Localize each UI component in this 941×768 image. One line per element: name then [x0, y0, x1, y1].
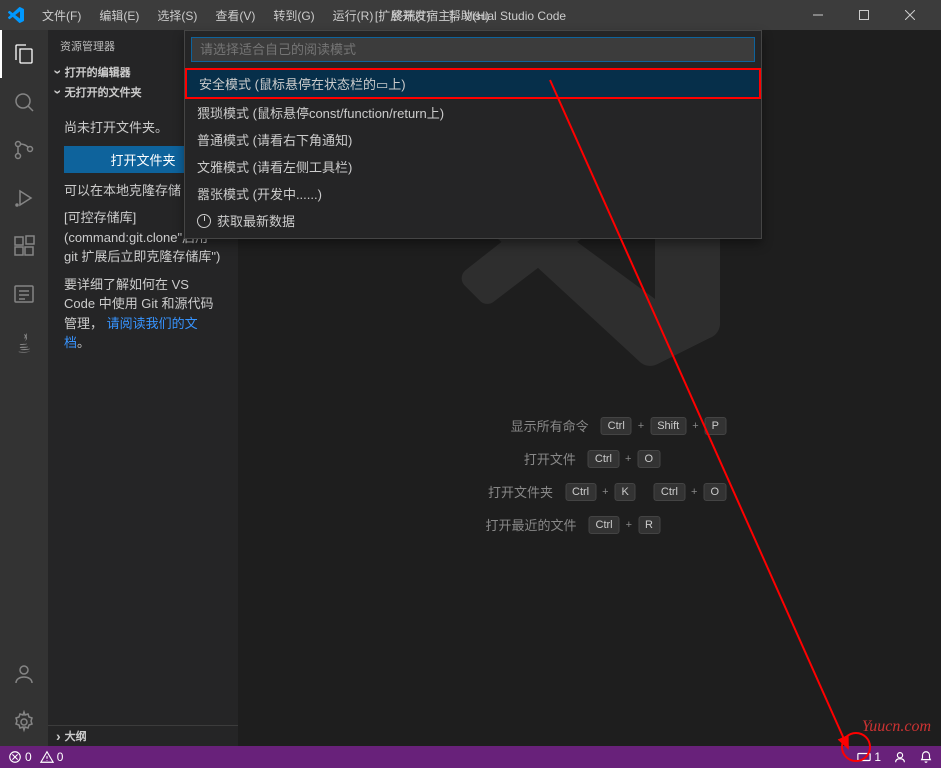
dropdown-input[interactable]: [191, 37, 755, 62]
watermark-text: Yuucn.com: [862, 718, 931, 736]
activity-account[interactable]: [0, 650, 48, 698]
menu-edit[interactable]: 编辑(E): [91, 3, 147, 28]
key: Ctrl: [565, 483, 596, 501]
key: Ctrl: [588, 450, 619, 468]
shortcut-label-openfolder: 打开文件夹: [453, 482, 553, 501]
shortcut-label-recent: 打开最近的文件: [477, 515, 577, 534]
shortcut-label-openfile: 打开文件: [476, 449, 576, 468]
dropdown-item-elegant[interactable]: 文雅模式 (请看左侧工具栏): [185, 153, 761, 180]
key: Ctrl: [654, 483, 685, 501]
key: K: [615, 483, 636, 501]
status-reading-mode[interactable]: 1: [857, 750, 881, 764]
activity-search[interactable]: [0, 78, 48, 126]
activity-list[interactable]: [0, 270, 48, 318]
window-title: [扩展开发宿主] - Visual Studio Code: [375, 7, 566, 24]
menu-run[interactable]: 运行(R): [325, 3, 382, 28]
close-button[interactable]: [887, 0, 933, 30]
menu-go[interactable]: 转到(G): [265, 3, 322, 28]
dropdown-item-xiaozhang[interactable]: 嚣张模式 (开发中......): [185, 180, 761, 207]
menu-selection[interactable]: 选择(S): [149, 3, 205, 28]
dropdown-item-safe[interactable]: 安全模式 (鼠标悬停在状态栏的▭上): [185, 68, 761, 99]
dropdown-item-normal[interactable]: 普通模式 (请看右下角通知): [185, 126, 761, 153]
key: R: [638, 516, 660, 534]
menu-view[interactable]: 查看(V): [207, 3, 263, 28]
repo-hint: [可控存储库]: [64, 210, 136, 225]
clock-icon: [197, 214, 211, 228]
dropdown-item-refresh[interactable]: 获取最新数据: [185, 207, 761, 234]
dropdown-item-weisuo[interactable]: 猥琐模式 (鼠标悬停const/function/return上): [185, 99, 761, 126]
status-errors[interactable]: 0: [8, 750, 32, 764]
key: Shift: [650, 417, 686, 435]
shortcut-label-commands: 显示所有命令: [489, 416, 589, 435]
menu-file[interactable]: 文件(F): [34, 3, 89, 28]
activity-run-debug[interactable]: [0, 174, 48, 222]
mode-dropdown: 安全模式 (鼠标悬停在状态栏的▭上) 猥琐模式 (鼠标悬停const/funct…: [184, 30, 762, 239]
activity-settings[interactable]: [0, 698, 48, 746]
key: O: [703, 483, 726, 501]
minimize-button[interactable]: [795, 0, 841, 30]
status-feedback-icon[interactable]: [893, 750, 907, 764]
activity-java[interactable]: [0, 318, 48, 366]
key: Ctrl: [601, 417, 632, 435]
outline-section[interactable]: 大纲: [48, 725, 238, 746]
activity-extensions[interactable]: [0, 222, 48, 270]
maximize-button[interactable]: [841, 0, 887, 30]
key: P: [705, 417, 726, 435]
key: Ctrl: [589, 516, 620, 534]
vscode-logo-icon: [8, 7, 24, 23]
activity-explorer[interactable]: [0, 30, 48, 78]
status-bell-icon[interactable]: [919, 750, 933, 764]
status-warnings[interactable]: 0: [40, 750, 64, 764]
key: O: [637, 450, 660, 468]
activity-source-control[interactable]: [0, 126, 48, 174]
